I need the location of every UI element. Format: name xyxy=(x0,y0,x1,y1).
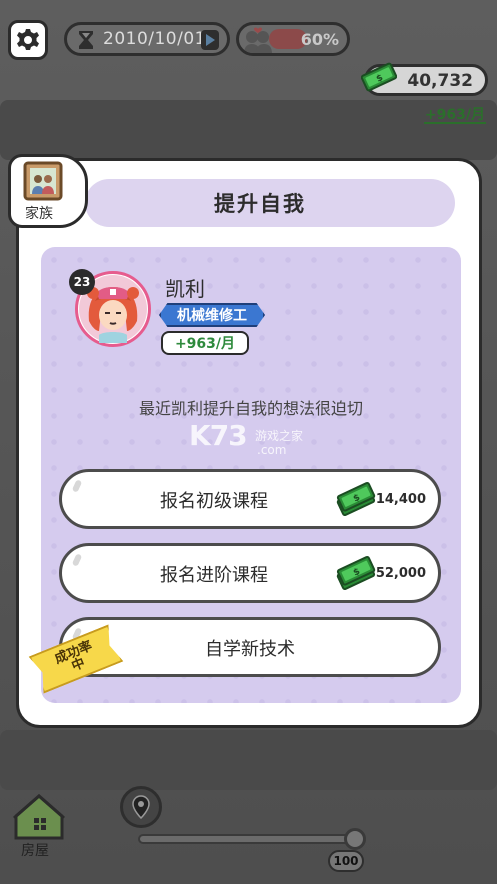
watermark-site: 游戏之家 xyxy=(255,429,304,443)
slider-knob[interactable] xyxy=(344,828,366,850)
family-photo-icon xyxy=(23,161,63,201)
gear-icon xyxy=(17,29,39,50)
money-display: $ 40,732 xyxy=(361,62,488,96)
house-label: 房屋 xyxy=(21,843,49,859)
house-icon xyxy=(13,794,65,840)
slider-track[interactable] xyxy=(138,834,360,844)
self-study-button[interactable]: 自学新技术 xyxy=(59,617,441,677)
job-badge: 机械维修工 xyxy=(159,303,265,327)
income-rate: +963/月 xyxy=(424,107,485,123)
salary-badge: +963/月 xyxy=(161,331,249,355)
dialog-title: 提升自我 xyxy=(214,192,306,216)
option-cost: 14,400 xyxy=(375,492,426,507)
character-avatar[interactable]: 23 xyxy=(69,269,151,347)
happiness-percent: 60% xyxy=(300,30,339,49)
slider-value: 100 xyxy=(328,850,364,872)
cash-stack-icon: $ xyxy=(336,555,376,591)
watermark-domain: .com xyxy=(257,443,287,457)
family-tab[interactable]: 家族 xyxy=(8,154,88,228)
family-hearts-icon xyxy=(244,27,272,53)
location-pin-icon xyxy=(132,795,150,819)
cash-stack-icon: $ xyxy=(361,62,397,92)
income-underline xyxy=(424,122,486,124)
map-pin-button[interactable] xyxy=(120,786,162,828)
enroll-advanced-course-button[interactable]: 报名进阶课程 $ 52,000 xyxy=(59,543,441,603)
watermark-logo: K73 xyxy=(189,419,248,452)
enroll-basic-course-button[interactable]: 报名初级课程 $ 14,400 xyxy=(59,469,441,529)
current-date: 2010/10/01 xyxy=(103,29,206,49)
money-amount: 40,732 xyxy=(407,71,473,91)
family-tab-label: 家族 xyxy=(25,206,53,222)
hourglass-icon xyxy=(79,31,93,49)
dialog-content-panel: 23 凯利 机械维修工 +963/月 最近凯利提升自我的想法很迫切 K73 游戏… xyxy=(41,247,461,703)
play-speed-icon[interactable] xyxy=(201,30,219,50)
cash-stack-icon: $ xyxy=(336,481,376,517)
self-improvement-dialog: 提升自我 23 凯利 机械维修工 +963/月 最近凯利提升自我的想法很迫切 K… xyxy=(16,158,482,728)
event-description: 最近凯利提升自我的想法很迫切 xyxy=(138,399,363,418)
dialog-title-bar: 提升自我 xyxy=(85,179,455,227)
happiness-meter: 60% xyxy=(236,22,350,56)
settings-button[interactable] xyxy=(8,20,48,60)
house-button[interactable]: 房屋 xyxy=(12,792,68,862)
date-display: 2010/10/01 xyxy=(64,22,230,56)
character-name: 凯利 xyxy=(165,277,205,301)
level-badge: 23 xyxy=(69,269,95,295)
option-cost: 52,000 xyxy=(375,566,426,581)
